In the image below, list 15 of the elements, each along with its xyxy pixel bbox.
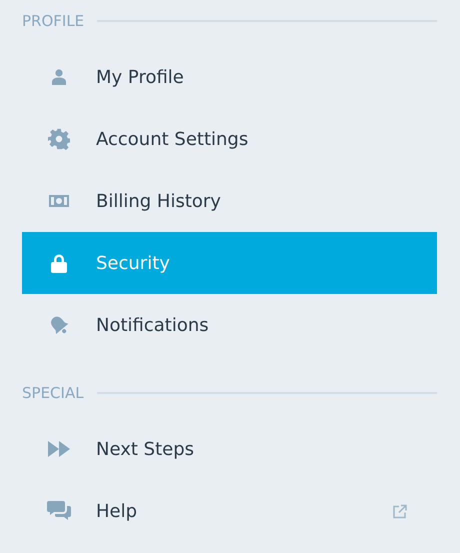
person-icon	[52, 69, 66, 85]
section-heading: SPECIAL	[22, 382, 84, 404]
fast-forward-icon	[48, 441, 70, 457]
menu-item[interactable]: My Profile	[22, 46, 437, 108]
chat-bubbles-icon	[47, 501, 71, 521]
menu-item[interactable]: Help	[22, 480, 437, 542]
bell-icon	[48, 314, 70, 336]
lock-icon	[51, 254, 67, 272]
gear-icon	[48, 128, 70, 150]
menu-item[interactable]: Account Settings	[22, 108, 437, 170]
section-heading: PROFILE	[22, 10, 84, 32]
menu-item[interactable]: Billing History	[22, 170, 437, 232]
banknote-icon	[49, 195, 69, 207]
menu-item[interactable]: Next Steps	[22, 418, 437, 480]
menu-item[interactable]: Notifications	[22, 294, 437, 356]
